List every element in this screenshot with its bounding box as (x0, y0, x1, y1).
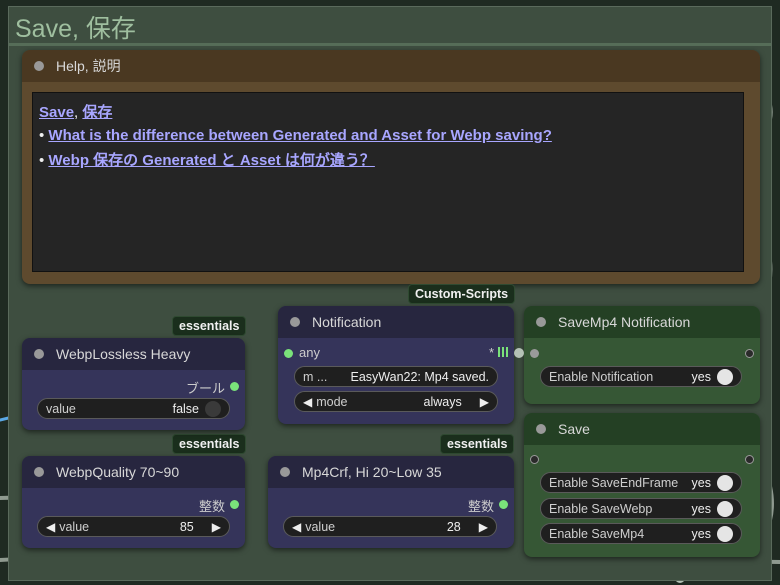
widget-value: always (423, 394, 462, 409)
node-header[interactable]: Save (524, 413, 760, 445)
group-title-divider (9, 43, 771, 46)
output-label: 整数 (467, 499, 494, 514)
widget-value: 85 (179, 519, 194, 534)
node-header[interactable]: WebpQuality 70~90 (22, 456, 245, 488)
node-header[interactable]: Notification (278, 306, 514, 338)
toggle-knob-icon (717, 500, 733, 517)
help-node[interactable]: Help, 説明 Save, 保存 • What is the differen… (22, 50, 760, 284)
output-socket[interactable] (499, 500, 508, 509)
message-input[interactable]: m ... EasyWan22: Mp4 saved. (294, 366, 498, 387)
group-title: Save, 保存 (15, 15, 136, 43)
input-socket[interactable] (530, 349, 539, 358)
toggle-knob-icon (717, 368, 733, 385)
input-socket-any[interactable] (284, 349, 293, 358)
widget-value: false (172, 401, 199, 416)
input-marker: * (488, 345, 494, 360)
output-socket[interactable] (230, 500, 239, 509)
input-label: any (299, 345, 320, 360)
enable-saveendframe-toggle[interactable]: Enable SaveEndFrame yes (540, 472, 742, 493)
save-node[interactable]: Save Enable SaveEndFrame yes Enable Save… (524, 413, 760, 557)
decrement-arrow-icon[interactable]: ◀ (292, 520, 301, 534)
node-title: Notification (312, 314, 382, 330)
value-number-input[interactable]: ◀ value 28 ▶ (283, 516, 497, 537)
widget-label: m ... (303, 369, 328, 384)
node-title: WebpLossless Heavy (56, 346, 191, 362)
savemp4-notification-node[interactable]: SaveMp4 Notification Enable Notification… (524, 306, 760, 404)
widget-label: value (59, 519, 90, 534)
widget-label: Enable SaveEndFrame (549, 475, 679, 490)
widget-value: yes (691, 526, 711, 541)
value-toggle[interactable]: value false (37, 398, 230, 419)
essentials-badge: essentials (172, 434, 247, 454)
widget-value: 28 (446, 519, 461, 534)
value-number-input[interactable]: ◀ value 85 ▶ (37, 516, 230, 537)
toggle-knob-icon (717, 525, 733, 542)
link-question-webp-jp[interactable]: Webp 保存の Generated と Asset は何が違う？ (48, 152, 374, 169)
mode-select[interactable]: ◀ mode always ▶ (294, 391, 498, 412)
collapse-dot-icon[interactable] (34, 349, 44, 359)
collapse-dot-icon[interactable] (34, 61, 44, 71)
widget-value: yes (691, 369, 711, 384)
increment-arrow-icon[interactable]: ▶ (212, 520, 221, 534)
node-header[interactable]: SaveMp4 Notification (524, 306, 760, 338)
help-content: Save, 保存 • What is the difference betwee… (32, 92, 744, 272)
widget-label: Enable Notification (549, 369, 654, 384)
output-socket[interactable] (745, 349, 754, 358)
widget-label: mode (316, 394, 348, 409)
essentials-badge: essentials (440, 434, 515, 454)
widget-label: Enable SaveWebp (549, 501, 653, 516)
widget-value: yes (691, 501, 711, 516)
widget-label: value (305, 519, 336, 534)
help-node-header[interactable]: Help, 説明 (22, 50, 760, 82)
node-title: Mp4Crf, Hi 20~Low 35 (302, 464, 442, 480)
collapse-dot-icon[interactable] (280, 467, 290, 477)
node-title: Save (558, 421, 590, 437)
enable-notification-toggle[interactable]: Enable Notification yes (540, 366, 742, 387)
mp4crf-node[interactable]: Mp4Crf, Hi 20~Low 35 整数 ◀ value 28 ▶ (268, 456, 514, 548)
prev-arrow-icon[interactable]: ◀ (303, 395, 312, 409)
next-arrow-icon[interactable]: ▶ (480, 395, 489, 409)
notification-node[interactable]: Notification any * m ... EasyWan22: Mp4 … (278, 306, 514, 424)
widget-value: EasyWan22: Mp4 saved. (350, 369, 490, 384)
enable-savemp4-toggle[interactable]: Enable SaveMp4 yes (540, 523, 742, 544)
webp-quality-node[interactable]: WebpQuality 70~90 整数 ◀ value 85 ▶ (22, 456, 245, 548)
widget-value: yes (691, 475, 711, 490)
output-label: ブール (185, 381, 225, 396)
node-title: WebpQuality 70~90 (56, 464, 180, 480)
decrement-arrow-icon[interactable]: ◀ (46, 520, 55, 534)
widget-label: Enable SaveMp4 (549, 526, 645, 541)
collapse-dot-icon[interactable] (536, 317, 546, 327)
webp-lossless-node[interactable]: WebpLossless Heavy ブール value false (22, 338, 245, 430)
increment-arrow-icon[interactable]: ▶ (479, 520, 488, 534)
link-save[interactable]: Save (39, 104, 74, 121)
node-title: Help, 説明 (56, 58, 121, 74)
node-header[interactable]: Mp4Crf, Hi 20~Low 35 (268, 456, 514, 488)
collapse-dot-icon[interactable] (290, 317, 300, 327)
toggle-knob-icon (717, 474, 733, 491)
widget-label: value (46, 401, 76, 416)
toggle-knob-icon (205, 400, 221, 417)
output-socket[interactable] (230, 382, 239, 391)
link-reroute-dot[interactable] (514, 348, 524, 358)
collapse-dot-icon[interactable] (536, 424, 546, 434)
node-header[interactable]: WebpLossless Heavy (22, 338, 245, 370)
collapse-dot-icon[interactable] (34, 467, 44, 477)
input-socket[interactable] (530, 455, 539, 464)
link-question-webp-en[interactable]: What is the difference between Generated… (48, 127, 551, 144)
essentials-badge: essentials (172, 316, 247, 336)
output-label: 整数 (198, 499, 225, 514)
custom-scripts-badge: Custom-Scripts (408, 284, 516, 304)
link-save-jp[interactable]: 保存 (82, 104, 112, 121)
node-title: SaveMp4 Notification (558, 314, 691, 330)
grid-icon (498, 347, 508, 357)
enable-savewebp-toggle[interactable]: Enable SaveWebp yes (540, 498, 742, 519)
bullet: • (39, 152, 49, 169)
output-socket[interactable] (745, 455, 754, 464)
bullet: • (39, 127, 49, 144)
